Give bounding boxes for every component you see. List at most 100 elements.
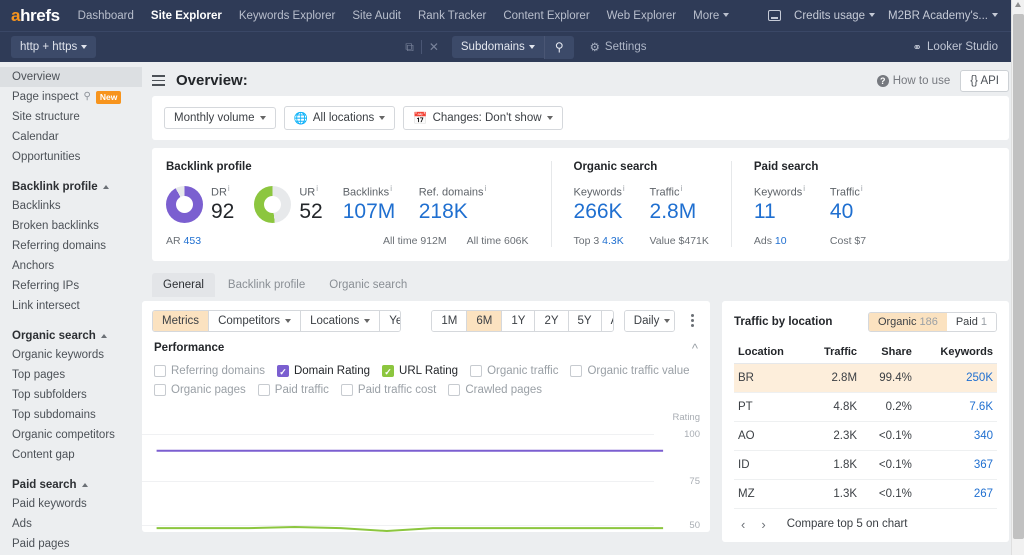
vertical-scrollbar[interactable] (1011, 0, 1024, 555)
credits-usage-menu[interactable]: Credits usage (794, 10, 876, 22)
api-button[interactable]: {} API (960, 69, 1009, 92)
collapse-chevron-up-icon[interactable]: ^ (692, 341, 698, 356)
cell-keywords[interactable]: 267 (915, 479, 997, 509)
more-options-icon[interactable] (685, 310, 700, 331)
col-share[interactable]: Share (861, 340, 916, 364)
nav-link-keywords-explorer[interactable]: Keywords Explorer (239, 10, 336, 22)
cell-keywords[interactable]: 340 (915, 421, 997, 451)
protocol-selector[interactable]: http + https (11, 36, 97, 58)
range-6m[interactable]: 6M (466, 310, 502, 331)
sidebar-item-broken-backlinks[interactable]: Broken backlinks (0, 216, 142, 236)
chart-option-metrics[interactable]: Metrics (153, 310, 209, 331)
ahrefs-logo[interactable]: ahrefs (11, 6, 60, 26)
filter-all-locations[interactable]: 🌐 All locations (283, 106, 396, 130)
checkbox-organic-traffic-value[interactable]: Organic traffic value (570, 364, 690, 377)
sidebar-group-backlink-profile[interactable]: Backlink profile (0, 178, 142, 196)
target-search-input[interactable] (102, 36, 399, 58)
settings-button[interactable]: ⚙ Settings (590, 40, 647, 54)
next-page-icon[interactable]: › (756, 517, 770, 532)
sidebar-item-referring-ips[interactable]: Referring IPs (0, 276, 142, 296)
granularity-selector[interactable]: Daily (624, 310, 674, 331)
chart-option-years[interactable]: Years (379, 310, 401, 331)
ar-value[interactable]: 453 (184, 235, 202, 247)
prev-page-icon[interactable]: ‹ (736, 517, 750, 532)
scope-selector-subdomains[interactable]: Subdomains (451, 36, 544, 58)
sidebar-group-organic-search[interactable]: Organic search (0, 327, 142, 345)
sidebar-item-content-gap[interactable]: Content gap (0, 445, 142, 465)
checkbox-paid-traffic-cost[interactable]: Paid traffic cost (340, 383, 436, 396)
table-row[interactable]: MZ 1.3K <0.1% 267 (734, 479, 997, 509)
tab-general[interactable]: General (152, 272, 215, 297)
nav-link-site-explorer[interactable]: Site Explorer (151, 10, 222, 22)
sidebar-item-site-structure[interactable]: Site structure (0, 107, 142, 127)
cell-keywords[interactable]: 367 (915, 450, 997, 480)
range-2y[interactable]: 2Y (534, 310, 568, 331)
sidebar-item-organic-keywords[interactable]: Organic keywords (0, 345, 142, 365)
range-1y[interactable]: 1Y (501, 310, 535, 331)
toggle-paid[interactable]: Paid 1 (946, 312, 996, 331)
toggle-organic[interactable]: Organic 186 (868, 312, 947, 331)
looker-studio-button[interactable]: ⚭ Looker Studio (912, 40, 998, 54)
sidebar-item-overview[interactable]: Overview (0, 67, 142, 87)
account-menu[interactable]: M2BR Academy's... (888, 10, 998, 22)
nav-link-content-explorer[interactable]: Content Explorer (503, 10, 589, 22)
nav-link-more[interactable]: More (693, 10, 730, 22)
col-traffic[interactable]: Traffic (806, 340, 862, 364)
organic-top3-value[interactable]: 4.3K (602, 235, 624, 247)
filter-changes[interactable]: 📅 Changes: Don't show (403, 106, 563, 130)
compare-top-5-link[interactable]: Compare top 5 on chart (787, 518, 908, 530)
ref-domains-value[interactable]: 218K (419, 199, 487, 225)
range-1m[interactable]: 1M (432, 310, 467, 331)
cell-keywords[interactable]: 250K (915, 363, 997, 393)
sidebar-item-top-pages[interactable]: Top pages (0, 365, 142, 385)
sidebar-item-top-subfolders[interactable]: Top subfolders (0, 385, 142, 405)
sidebar-item-link-intersect[interactable]: Link intersect (0, 296, 142, 316)
nav-link-web-explorer[interactable]: Web Explorer (607, 10, 676, 22)
sidebar-item-opportunities[interactable]: Opportunities (0, 147, 142, 167)
scrollbar-thumb[interactable] (1013, 14, 1024, 539)
sidebar-item-paid-pages[interactable]: Paid pages (0, 534, 142, 554)
paid-ads-value[interactable]: 10 (775, 235, 787, 247)
checkbox-paid-traffic[interactable]: Paid traffic (257, 383, 329, 396)
paid-traffic-value[interactable]: 40 (830, 199, 886, 225)
checkbox-crawled-pages[interactable]: Crawled pages (448, 383, 542, 396)
checkbox-domain-rating[interactable]: Domain Rating (276, 364, 370, 377)
filter-monthly-volume[interactable]: Monthly volume (164, 107, 276, 129)
sidebar-group-paid-search[interactable]: Paid search (0, 476, 142, 494)
table-row[interactable]: AO 2.3K <0.1% 340 (734, 421, 997, 451)
nav-link-site-audit[interactable]: Site Audit (352, 10, 401, 22)
checkbox-organic-traffic[interactable]: Organic traffic (470, 364, 558, 377)
table-row[interactable]: ID 1.8K <0.1% 367 (734, 450, 997, 480)
organic-traffic-value[interactable]: 2.8M (650, 199, 706, 225)
sidebar-item-top-subdomains[interactable]: Top subdomains (0, 405, 142, 425)
scroll-up-arrow-icon[interactable] (1015, 2, 1021, 7)
chart-option-competitors[interactable]: Competitors (208, 310, 301, 331)
open-external-icon[interactable]: ⧉ (398, 40, 421, 55)
sidebar-item-ads[interactable]: Ads (0, 514, 142, 534)
checkbox-organic-pages[interactable]: Organic pages (154, 383, 246, 396)
sidebar-item-page-inspect[interactable]: Page inspect ⚲ New (0, 87, 142, 107)
sidebar-item-organic-competitors[interactable]: Organic competitors (0, 425, 142, 445)
how-to-use-button[interactable]: ? How to use (876, 74, 950, 87)
sidebar-item-anchors[interactable]: Anchors (0, 256, 142, 276)
search-submit-button[interactable]: ⚲ (543, 35, 574, 59)
table-row[interactable]: BR 2.8M 99.4% 250K (734, 363, 997, 393)
checkbox-url-rating[interactable]: URL Rating (382, 364, 458, 377)
sidebar-item-paid-keywords[interactable]: Paid keywords (0, 494, 142, 514)
tab-organic-search[interactable]: Organic search (318, 273, 418, 297)
nav-link-dashboard[interactable]: Dashboard (78, 10, 134, 22)
nav-link-rank-tracker[interactable]: Rank Tracker (418, 10, 486, 22)
sidebar-item-referring-domains[interactable]: Referring domains (0, 236, 142, 256)
col-keywords[interactable]: Keywords (915, 340, 997, 364)
chart-option-locations[interactable]: Locations (300, 310, 380, 331)
menu-toggle-icon[interactable] (152, 73, 165, 88)
backlinks-value[interactable]: 107M (343, 199, 399, 225)
paid-keywords-value[interactable]: 11 (754, 199, 810, 225)
performance-line-chart[interactable]: Rating 100 75 50 (142, 412, 710, 532)
sidebar-item-backlinks[interactable]: Backlinks (0, 196, 142, 216)
table-row[interactable]: PT 4.8K 0.2% 7.6K (734, 392, 997, 422)
col-location[interactable]: Location (734, 340, 807, 364)
sidebar-item-calendar[interactable]: Calendar (0, 127, 142, 147)
clear-search-icon[interactable]: ✕ (422, 40, 446, 54)
range-all[interactable]: All (600, 310, 613, 331)
